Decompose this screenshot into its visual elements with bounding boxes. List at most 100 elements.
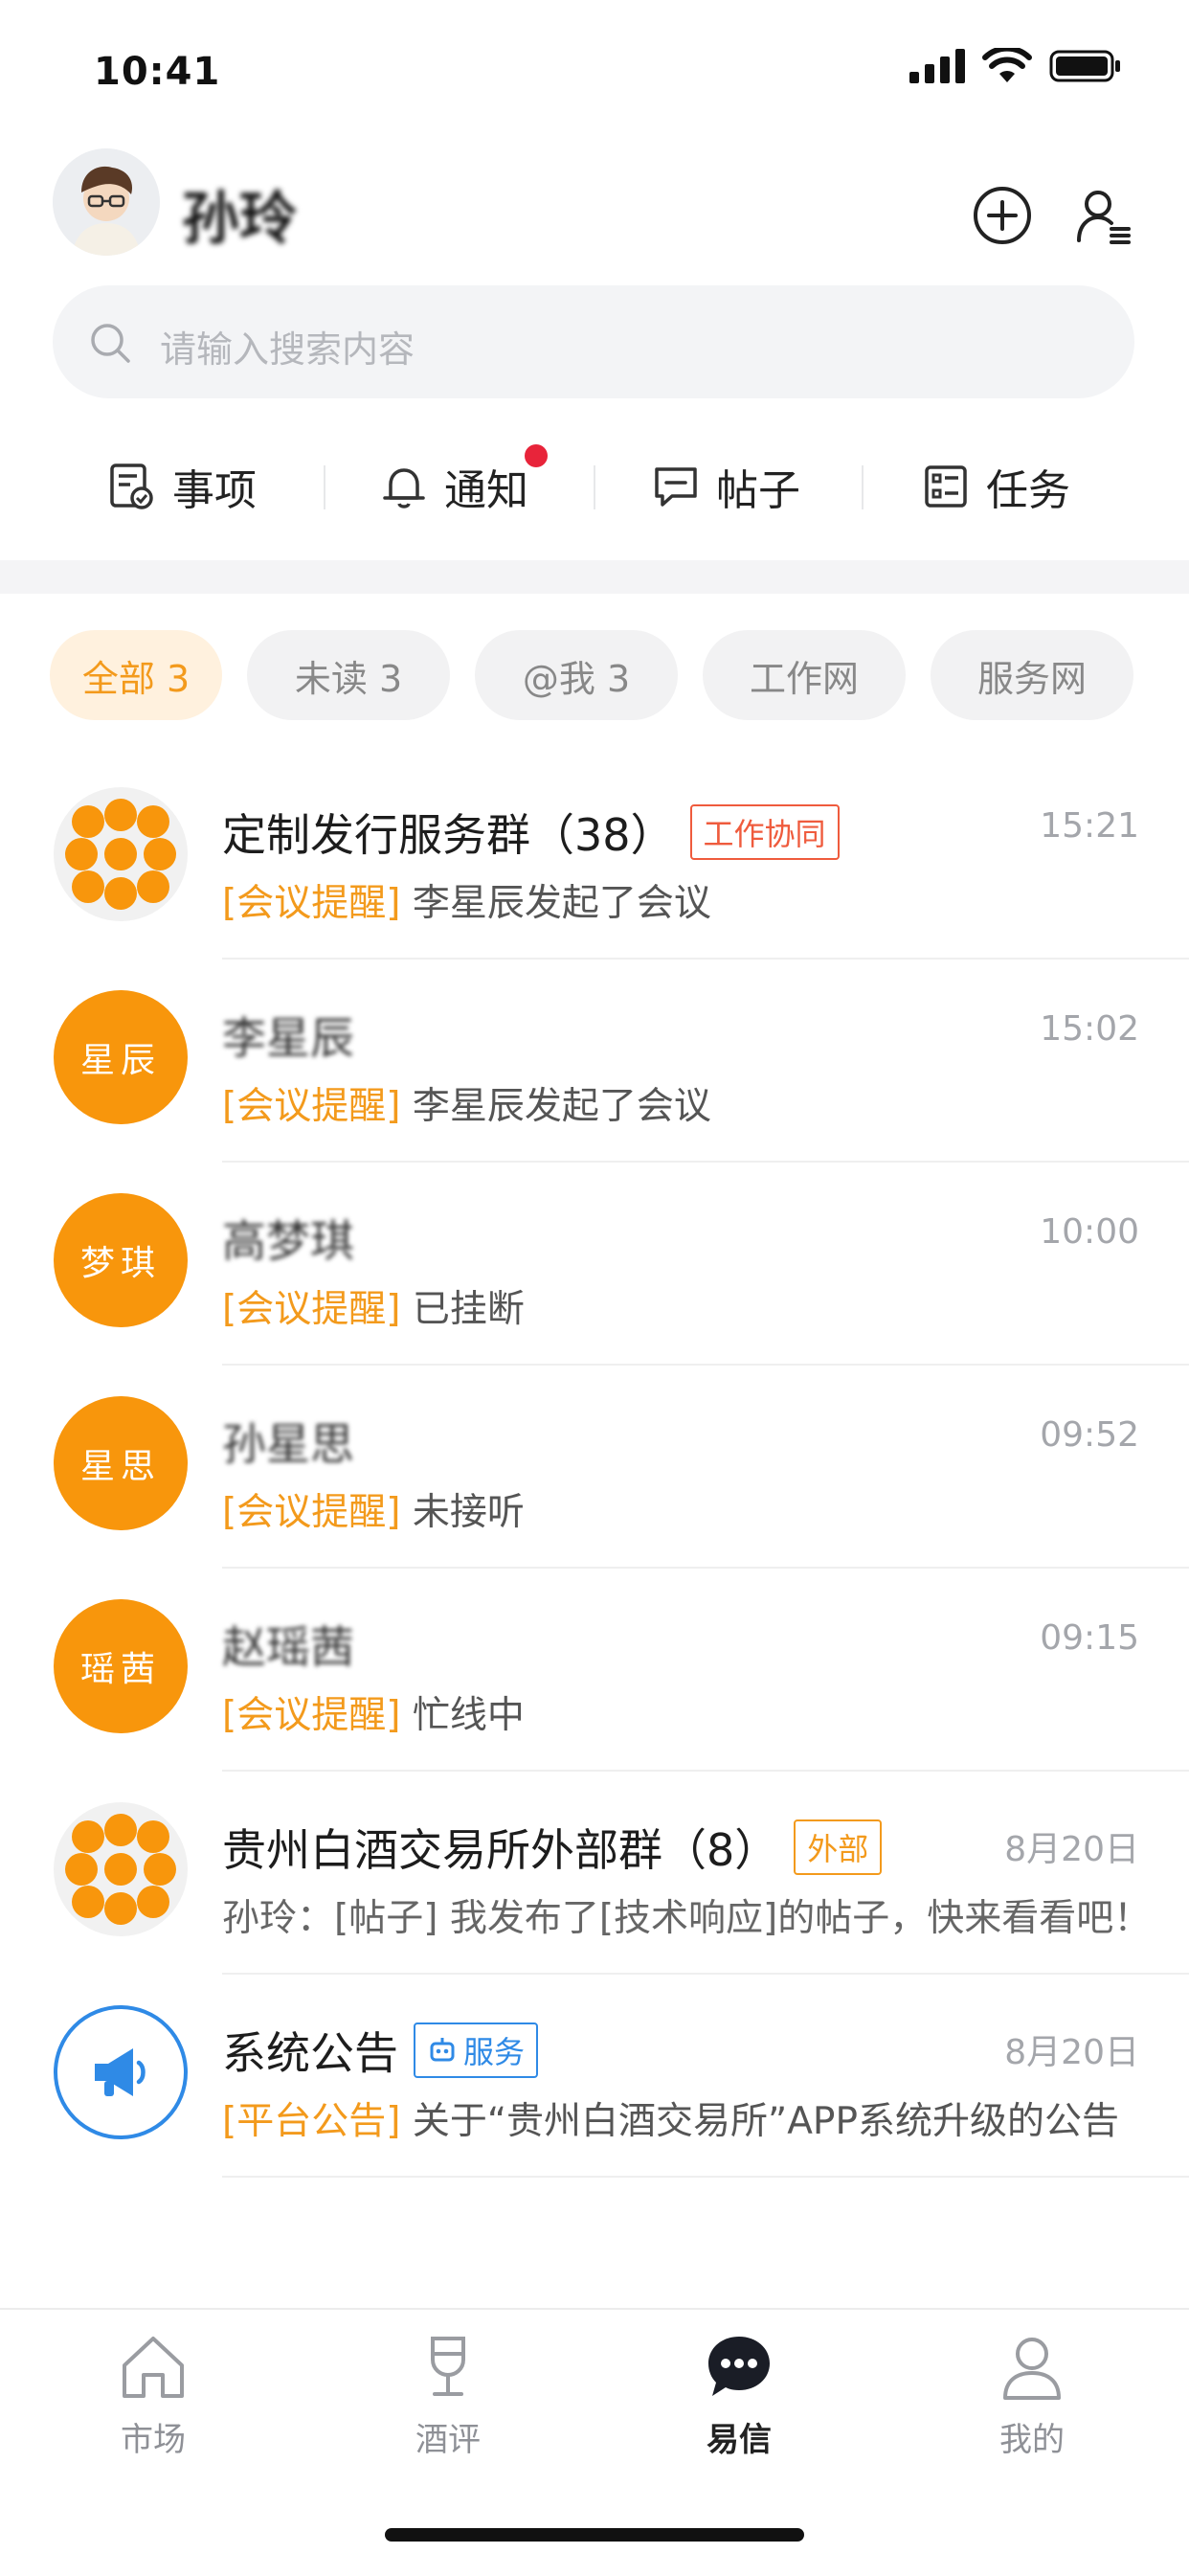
message-square-icon	[655, 467, 697, 507]
search-icon	[91, 324, 130, 363]
conversation-name: 李星辰	[222, 1012, 354, 1064]
checklist-icon	[110, 463, 153, 509]
tab-mine[interactable]: 我的	[955, 2331, 1109, 2474]
work-collab-badge: 工作协同	[689, 804, 840, 860]
conversation-title: 系统公告 服务	[222, 2019, 539, 2082]
username: 孙玲	[182, 186, 297, 253]
message-tag: [平台公告]	[222, 2100, 401, 2143]
conversation-row[interactable]: 星思 孙星思 09:52 [会议提醒] 未接听	[0, 1366, 1189, 1569]
conversation-row[interactable]: 系统公告 服务 8月20日 [平台公告] 关于“贵州白酒交易所”APP系统升级的…	[0, 1975, 1189, 2178]
search-placeholder: 请输入搜索内容	[160, 328, 415, 371]
header: 孙玲 请输入搜索内容 事项 通知 帖子 任务	[0, 134, 1189, 560]
contact-avatar: 瑶茜	[54, 1599, 188, 1733]
conversation-preview: [会议提醒] 李星辰发起了会议	[222, 873, 711, 927]
category-label: 任务	[986, 466, 1070, 515]
message-text: 忙线中	[412, 1694, 525, 1737]
plus-circle-icon	[974, 187, 1031, 244]
conversation-title: 赵瑶茜	[222, 1613, 354, 1676]
conversation-row[interactable]: 星辰 李星辰 15:02 [会议提醒] 李星辰发起了会议	[0, 960, 1189, 1163]
contact-avatar: 星辰	[54, 990, 188, 1124]
category-events[interactable]: 事项	[107, 439, 257, 534]
external-badge: 外部	[794, 1819, 883, 1875]
conversation-row[interactable]: 定制发行服务群（38） 工作协同 15:21 [会议提醒] 李星辰发起了会议	[0, 757, 1189, 960]
user-icon	[1003, 2338, 1061, 2400]
category-label: 帖子	[716, 466, 800, 515]
conversation-preview: [会议提醒] 忙线中	[222, 1685, 525, 1739]
message-tag: [会议提醒]	[222, 1085, 401, 1128]
filter-chip-all[interactable]: 全部 3	[50, 630, 222, 720]
conversation-row[interactable]: 瑶茜 赵瑶茜 09:15 [会议提醒] 忙线中	[0, 1569, 1189, 1772]
divider	[862, 465, 864, 509]
tab-wine-review[interactable]: 酒评	[371, 2331, 525, 2474]
category-posts[interactable]: 帖子	[651, 439, 800, 534]
conversation-time: 8月20日	[1004, 1830, 1139, 1869]
conversation-name: 系统公告	[222, 2027, 398, 2079]
conversation-title: 李星辰	[222, 1004, 354, 1067]
tab-label: 市场	[121, 2421, 186, 2459]
filter-chip-service-network[interactable]: 服务网	[931, 630, 1133, 720]
conversation-time: 8月20日	[1004, 2033, 1139, 2072]
user-avatar[interactable]	[53, 148, 160, 256]
avatar-illustration-icon	[53, 148, 160, 256]
group-avatar-grid-icon	[65, 799, 176, 910]
bell-icon	[383, 468, 425, 508]
task-list-icon	[925, 465, 967, 508]
conversation-time: 09:15	[1040, 1618, 1139, 1658]
conversation-row[interactable]: 贵州白酒交易所外部群（8） 外部 8月20日 孙玲：[帖子] 我发布了[技术响应…	[0, 1772, 1189, 1975]
filter-chip-work-network[interactable]: 工作网	[703, 630, 906, 720]
conversation-preview: [会议提醒] 已挂断	[222, 1279, 525, 1333]
conversation-name: 贵州白酒交易所外部群（8）	[222, 1824, 779, 1876]
service-badge: 服务	[414, 2022, 539, 2078]
category-label: 通知	[444, 466, 528, 515]
category-notifications[interactable]: 通知	[379, 439, 528, 534]
filter-chip-unread[interactable]: 未读 3	[247, 630, 450, 720]
conversation-time: 10:00	[1040, 1212, 1139, 1252]
tab-market[interactable]: 市场	[77, 2331, 230, 2474]
filter-chip-mentions[interactable]: @我 3	[475, 630, 678, 720]
add-button[interactable]	[969, 182, 1036, 249]
group-avatar	[54, 1802, 188, 1936]
notification-dot	[525, 444, 548, 467]
conversation-time: 15:21	[1040, 806, 1139, 846]
group-avatar	[54, 787, 188, 921]
conversation-row[interactable]: 梦琪 高梦琪 10:00 [会议提醒] 已挂断	[0, 1163, 1189, 1366]
search-bar[interactable]: 请输入搜索内容	[53, 285, 1134, 398]
message-tag: [会议提醒]	[222, 1491, 401, 1534]
conversation-preview: [会议提醒] 未接听	[222, 1482, 525, 1536]
conversation-title: 贵州白酒交易所外部群（8） 外部	[222, 1816, 883, 1879]
home-indicator	[385, 2528, 804, 2542]
conversation-name: 赵瑶茜	[222, 1621, 354, 1673]
status-time: 10:41	[94, 50, 221, 94]
contact-avatar: 梦琪	[54, 1193, 188, 1327]
status-icons	[909, 48, 1122, 84]
conversation-title: 孙星思	[222, 1410, 354, 1473]
announcement-avatar	[54, 2005, 188, 2139]
conversation-preview: [会议提醒] 李星辰发起了会议	[222, 1076, 711, 1130]
home-icon	[123, 2337, 184, 2398]
filter-chips: 全部 3 未读 3 @我 3 工作网 服务网	[50, 630, 1133, 720]
status-bar: 10:41	[0, 0, 1189, 134]
conversation-name: 高梦琪	[222, 1215, 354, 1267]
category-tasks[interactable]: 任务	[921, 439, 1070, 534]
conversation-title: 高梦琪	[222, 1207, 354, 1270]
message-text: 关于“贵州白酒交易所”APP系统升级的公告	[412, 2100, 1119, 2143]
wine-glass-icon	[431, 2337, 465, 2396]
signal-icon	[909, 49, 965, 83]
message-text: 李星辰发起了会议	[412, 882, 711, 925]
category-label: 事项	[172, 466, 257, 515]
tab-label: 我的	[999, 2421, 1065, 2459]
conversation-title: 定制发行服务群（38） 工作协同	[222, 801, 840, 864]
message-list-panel: 全部 3 未读 3 @我 3 工作网 服务网 定制发行服务群（38） 工作协同 …	[0, 594, 1189, 2308]
tab-messages[interactable]: 易信	[662, 2331, 816, 2474]
message-text: 李星辰发起了会议	[412, 1085, 711, 1128]
contacts-button[interactable]	[1070, 182, 1137, 249]
tab-label: 酒评	[415, 2421, 481, 2459]
chat-bubble-icon	[708, 2337, 770, 2396]
wifi-icon	[982, 48, 1032, 82]
message-tag: [会议提醒]	[222, 1288, 401, 1331]
service-badge-label: 服务	[463, 2034, 526, 2070]
message-text: 未接听	[412, 1491, 525, 1534]
message-text: 已挂断	[412, 1288, 525, 1331]
contact-avatar: 星思	[54, 1396, 188, 1530]
robot-icon	[430, 2038, 455, 2062]
